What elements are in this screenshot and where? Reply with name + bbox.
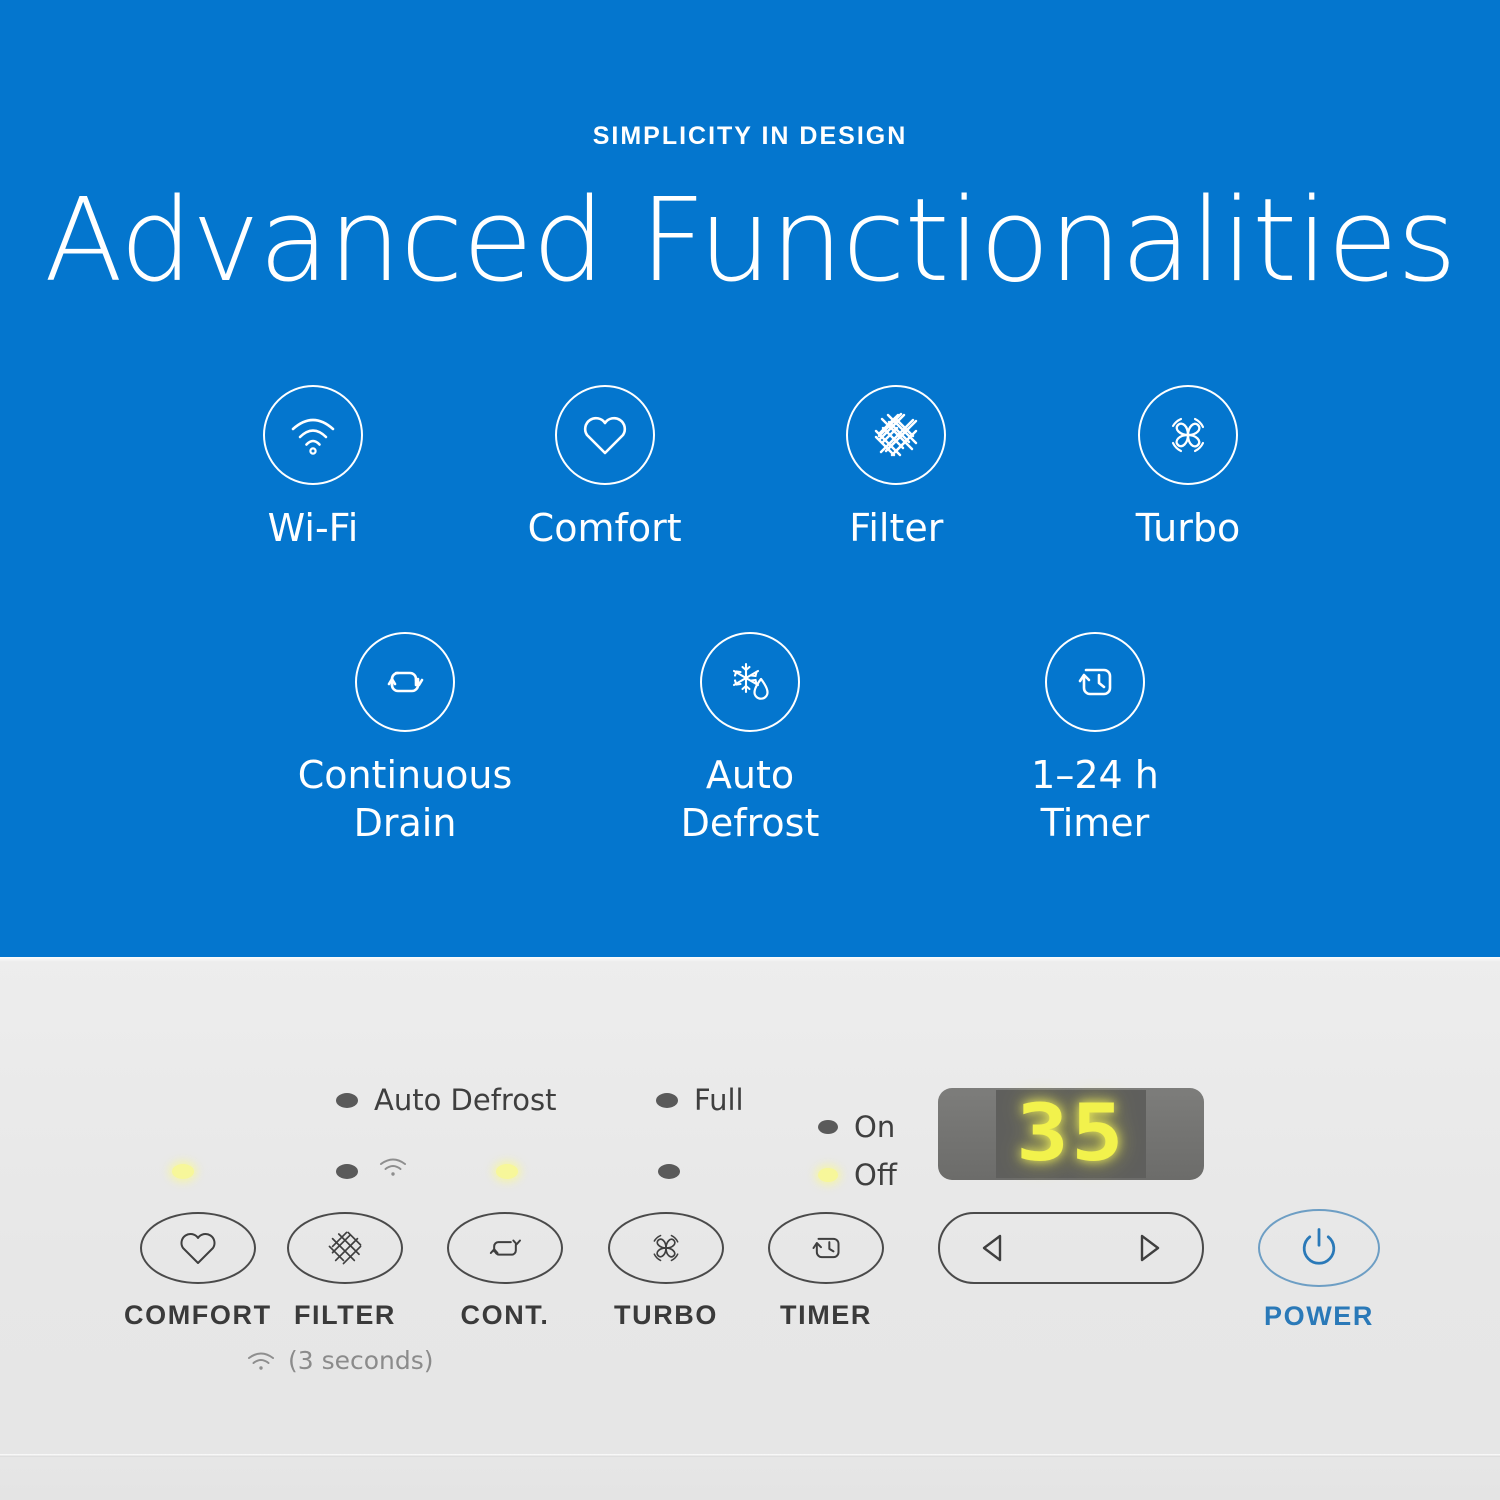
status-timer-off: Off: [818, 1158, 897, 1192]
heart-icon: [180, 1233, 216, 1264]
power-oval: [1258, 1209, 1380, 1287]
button-oval: [608, 1212, 724, 1284]
status-timer-on: On: [818, 1110, 895, 1144]
wifi-icon: [248, 1352, 274, 1370]
loop-drain-icon: [489, 1239, 521, 1256]
cont-led-wrap: [496, 1164, 518, 1179]
power-icon: [1302, 1228, 1336, 1265]
status-full: Full: [656, 1083, 744, 1117]
display-glass: 35: [996, 1090, 1146, 1178]
feature-icon-circle: [1045, 632, 1145, 732]
loop-drain-icon: [387, 671, 424, 693]
full-led: [656, 1092, 678, 1108]
turbo-button[interactable]: TURBO: [608, 1212, 724, 1331]
wifi-hold-note: (3 seconds): [246, 1346, 434, 1375]
feature-filter: Filter: [801, 385, 991, 553]
feature-turbo: Turbo: [1093, 385, 1283, 553]
auto-defrost-led: [336, 1092, 358, 1108]
power-label: POWER: [1263, 1301, 1374, 1331]
button-oval: [139, 1212, 256, 1284]
feature-comfort: Comfort: [510, 385, 700, 553]
eyebrow-text: SIMPLICITY IN DESIGN: [592, 122, 908, 150]
timer-button[interactable]: TIMER: [768, 1212, 884, 1331]
feature-icon-circle: [846, 385, 947, 485]
timer-off-led: [818, 1168, 838, 1182]
button-oval: [287, 1212, 403, 1284]
feature-auto-defrost: Auto Defrost: [655, 632, 845, 847]
feature-label: 1–24 h Timer: [1031, 753, 1159, 845]
feature-icon-circle: [700, 632, 800, 732]
panel-seam-line: [0, 1454, 1500, 1457]
feature-label: Filter: [849, 506, 944, 550]
cont-button[interactable]: CONT.: [447, 1212, 563, 1331]
panel-wifi-indicator: [378, 1156, 408, 1183]
button-label: CONT.: [460, 1300, 550, 1330]
fan-turbo-icon: [653, 1234, 679, 1262]
turbo-led: [658, 1164, 680, 1179]
filter-mesh-icon: [875, 412, 918, 457]
arrow-pad[interactable]: [938, 1212, 1204, 1284]
status-label: On: [854, 1110, 896, 1144]
feature-label: Auto Defrost: [680, 753, 820, 845]
fan-turbo-icon: [1171, 417, 1205, 453]
cont-led: [496, 1164, 518, 1179]
button-label: TURBO: [614, 1300, 718, 1330]
feature-label: Wi-Fi: [267, 506, 359, 550]
comfort-button[interactable]: COMFORT: [124, 1212, 272, 1331]
feature-label: Comfort: [527, 506, 682, 550]
feature-icon-circle: [263, 385, 363, 485]
seven-segment-display: 35: [938, 1088, 1204, 1180]
wifi-icon: [380, 1158, 406, 1176]
button-label: FILTER: [293, 1300, 397, 1330]
button-label: TIMER: [780, 1300, 872, 1330]
product-feature-graphic: SIMPLICITY IN DESIGN Advanced Functional…: [0, 0, 1500, 1500]
wifi-note-text: (3 seconds): [288, 1346, 434, 1375]
triangle-left-icon[interactable]: [978, 1232, 1008, 1264]
filter-mesh-icon: [328, 1231, 362, 1265]
feature-row-1: Wi-Fi Comfort Filter Turbo: [218, 385, 1283, 553]
triangle-right-icon[interactable]: [1134, 1232, 1164, 1264]
status-label: Auto Defrost: [374, 1083, 557, 1117]
hero-section: SIMPLICITY IN DESIGN Advanced Functional…: [0, 0, 1500, 957]
status-label: Off: [854, 1158, 897, 1192]
status-label: Full: [694, 1083, 744, 1117]
filter-button[interactable]: FILTER: [287, 1212, 403, 1331]
filter-led: [336, 1164, 358, 1179]
power-button[interactable]: POWER: [1258, 1209, 1380, 1332]
button-label: COMFORT: [124, 1300, 272, 1330]
feature-row-2: Continuous Drain Auto Defrost 1–24 h Tim…: [298, 632, 1190, 847]
button-oval: [447, 1212, 563, 1284]
comfort-led: [172, 1164, 194, 1179]
feature-label: Turbo: [1135, 506, 1241, 550]
feature-icon-circle: [554, 385, 655, 485]
comfort-led-wrap: [172, 1164, 194, 1179]
clock-timer-icon: [812, 1237, 840, 1259]
feature-icon-circle: [1137, 385, 1238, 485]
turbo-led-wrap: [658, 1164, 680, 1179]
feature-label: Continuous Drain: [297, 753, 513, 845]
heart-icon: [583, 416, 626, 455]
clock-timer-icon: [1078, 668, 1112, 696]
feature-continuous-drain: Continuous Drain: [298, 632, 512, 847]
feature-timer: 1–24 h Timer: [1000, 632, 1190, 847]
timer-on-led: [818, 1120, 838, 1134]
feature-icon-circle: [355, 632, 455, 732]
page-title: Advanced Functionalities: [44, 174, 1457, 308]
display-value: 35: [1016, 1089, 1126, 1179]
snowflake-drop-icon: [732, 662, 769, 700]
status-auto-defrost: Auto Defrost: [336, 1083, 556, 1117]
filter-led-wrap: [336, 1164, 358, 1179]
feature-wifi: Wi-Fi: [218, 385, 408, 553]
wifi-icon: [291, 418, 335, 455]
button-oval: [768, 1212, 884, 1284]
